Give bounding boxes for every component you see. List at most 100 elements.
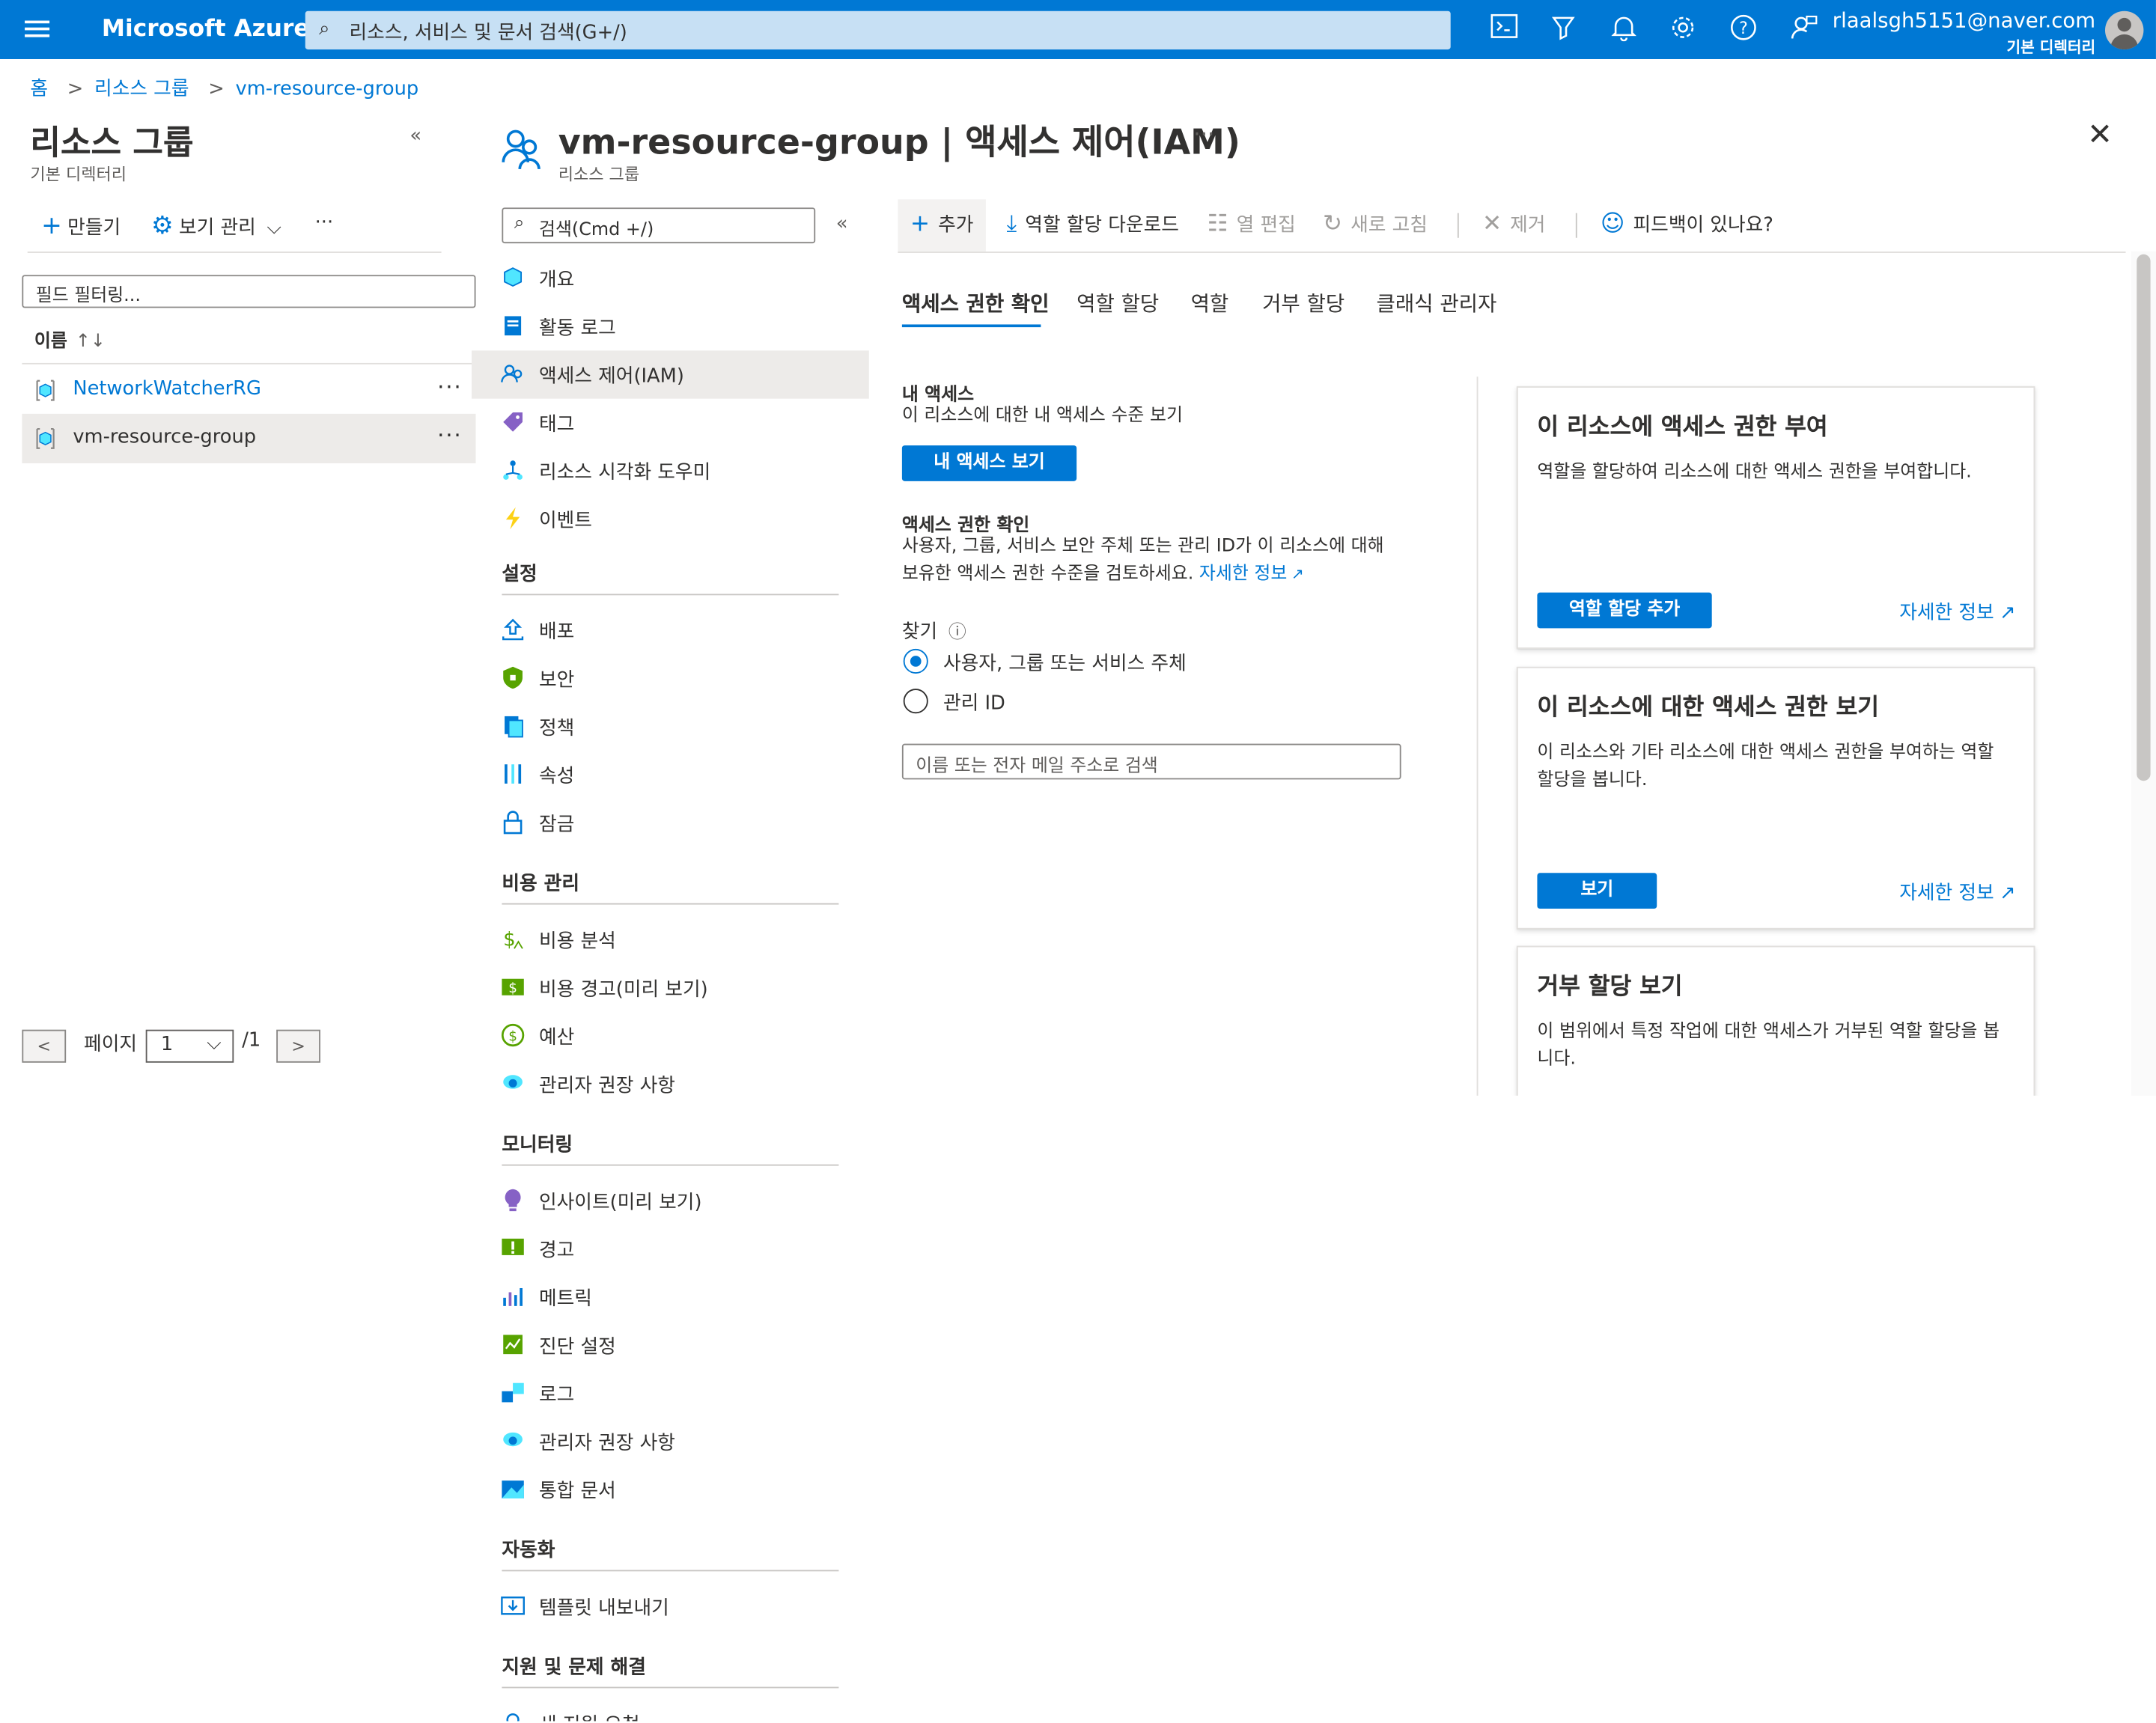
remove-button[interactable]: ✕ 제거: [1482, 210, 1546, 238]
nav-item-properties[interactable]: 속성: [472, 751, 869, 799]
bell-icon[interactable]: [1607, 13, 1640, 46]
add-role-assignment-button[interactable]: 역할 할당 추가: [1537, 592, 1712, 629]
nav-item-advisor[interactable]: 관리자 권장 사항: [472, 1060, 869, 1108]
create-button[interactable]: + 만들기: [41, 212, 121, 241]
nav-item-overview[interactable]: 개요: [472, 254, 869, 302]
scrollbar-thumb[interactable]: [2137, 254, 2151, 781]
row-more-button[interactable]: ···: [437, 374, 463, 400]
user-directory: 기본 디렉터리: [2006, 38, 2096, 57]
collapse-left-pane-icon[interactable]: «: [409, 125, 421, 147]
blank-area: [0, 1095, 472, 1722]
manage-view-button[interactable]: ⚙ 보기 관리 ⌵: [151, 212, 281, 241]
nav-item-cost-analysis[interactable]: $ 비용 분석: [472, 915, 869, 963]
add-button[interactable]: + 추가: [910, 210, 974, 238]
nav-item-insights[interactable]: 인사이트(미리 보기): [472, 1177, 869, 1225]
global-search-input[interactable]: ⌕ 리소스, 서비스 및 문서 검색(G+/): [305, 10, 1451, 50]
check-access-description-line1: 사용자, 그룹, 서비스 보안 주체 또는 관리 ID가 이 리소스에 대해: [901, 536, 1384, 557]
breadcrumb-home[interactable]: 홈: [30, 79, 48, 100]
page-title: vm-resource-group | 액세스 제어(IAM): [558, 122, 1240, 162]
learn-more-link[interactable]: 자세한 정보: [1199, 564, 1287, 585]
nav-item-deployments[interactable]: 배포: [472, 606, 869, 654]
svg-text:$: $: [508, 1028, 517, 1044]
menu-search-input[interactable]: ⌕ 검색(Cmd +/): [502, 207, 816, 244]
help-icon[interactable]: ?: [1727, 13, 1760, 46]
nav-item-workbooks[interactable]: 통합 문서: [472, 1466, 869, 1513]
name-email-search-input[interactable]: 이름 또는 전자 메일 주소로 검색: [901, 743, 1401, 780]
more-actions-button[interactable]: ···: [315, 212, 334, 234]
avatar[interactable]: [2104, 10, 2144, 50]
properties-icon: [505, 764, 522, 784]
check-access-heading: 액세스 권한 확인: [901, 515, 1030, 537]
resource-group-icon: [36, 427, 55, 449]
more-actions-button[interactable]: ···: [1193, 121, 1214, 147]
tab-check-access[interactable]: 액세스 권한 확인: [902, 289, 1050, 318]
nav-item-advisor[interactable]: 관리자 권장 사항: [472, 1418, 869, 1466]
tab-roles[interactable]: 역할: [1191, 289, 1229, 318]
prev-page-button[interactable]: <: [22, 1029, 67, 1063]
nav-item-cost-alerts[interactable]: $ 비용 경고(미리 보기): [472, 964, 869, 1012]
iam-icon: [502, 129, 540, 170]
breadcrumb-resource-groups[interactable]: 리소스 그룹: [94, 79, 189, 100]
edit-columns-button[interactable]: ☷ 열 편집: [1208, 210, 1296, 238]
cloud-shell-icon[interactable]: [1487, 13, 1520, 46]
grant-access-card: 이 리소스에 액세스 권한 부여 역할을 할당하여 리소스에 대한 액세스 권한…: [1516, 386, 2035, 649]
view-my-access-button[interactable]: 내 액세스 보기: [901, 445, 1077, 481]
next-page-button[interactable]: >: [276, 1029, 320, 1063]
directory-filter-icon[interactable]: [1547, 13, 1580, 46]
nav-item-support-request[interactable]: 새 지원 요청: [472, 1699, 869, 1722]
close-icon[interactable]: ✕: [2087, 118, 2113, 153]
radio-user-group-principal[interactable]: [903, 648, 928, 674]
breadcrumb-current[interactable]: vm-resource-group: [235, 79, 418, 100]
card-description: 이 리소스와 기타 리소스에 대한 액세스 권한을 부여하는 역할 할당을 봅니…: [1537, 742, 1994, 791]
radio-user-group-principal-label[interactable]: 사용자, 그룹 또는 서비스 주체: [943, 649, 1187, 677]
advisor-icon: [503, 1432, 523, 1447]
page-select[interactable]: 1 ⌵: [145, 1029, 234, 1063]
nav-item-metrics[interactable]: 메트릭: [472, 1273, 869, 1321]
nav-item-locks[interactable]: 잠금: [472, 799, 869, 847]
feedback-button[interactable]: ☺ 피드백이 있나요?: [1601, 210, 1773, 238]
learn-more-link[interactable]: 자세한 정보 ↗: [1899, 598, 2015, 626]
section-heading: 비용 관리: [502, 873, 579, 895]
menu-icon[interactable]: [25, 16, 50, 41]
card-description: 역할을 할당하여 리소스에 대한 액세스 권한을 부여합니다.: [1537, 462, 1972, 483]
radio-managed-identity[interactable]: [903, 689, 928, 714]
nav-item-alerts[interactable]: 경고: [472, 1225, 869, 1272]
tab-role-assignments[interactable]: 역할 할당: [1077, 289, 1159, 318]
portal-brand[interactable]: Microsoft Azure: [102, 15, 310, 43]
learn-more-link[interactable]: 자세한 정보 ↗: [1899, 879, 2015, 906]
name-column-header[interactable]: 이름 ↑↓: [34, 326, 106, 353]
resource-group-name[interactable]: NetworkWatcherRG: [73, 378, 261, 400]
nav-item-tag[interactable]: 태그: [472, 399, 869, 447]
radio-managed-identity-label[interactable]: 관리 ID: [943, 689, 1005, 716]
account-info[interactable]: rlaalsgh5151@naver.com 기본 디렉터리: [1833, 8, 2095, 58]
resource-group-name[interactable]: vm-resource-group: [73, 426, 256, 448]
row-more-button[interactable]: ···: [437, 422, 463, 448]
nav-item-logs[interactable]: 로그: [472, 1369, 869, 1417]
nav-item-security[interactable]: 보안: [472, 654, 869, 702]
nav-item-resource-visualizer[interactable]: 리소스 시각화 도우미: [472, 447, 869, 495]
columns-icon: ☷: [1207, 210, 1228, 238]
nav-item-events[interactable]: 이벤트: [472, 495, 869, 543]
field-filter-input[interactable]: 필드 필터링...: [22, 275, 476, 308]
info-icon[interactable]: ⓘ: [948, 623, 966, 644]
export-template-icon: [501, 1597, 525, 1615]
nav-item-policies[interactable]: 정책: [472, 703, 869, 751]
tab-classic-administrators[interactable]: 클래식 관리자: [1377, 289, 1497, 318]
download-role-assignments-button[interactable]: ⤓ 역할 할당 다운로드: [1006, 210, 1178, 238]
nav-item-label: 통합 문서: [538, 1480, 616, 1503]
nav-item-export-template[interactable]: 템플릿 내보내기: [472, 1582, 869, 1630]
feedback-icon[interactable]: [1788, 13, 1821, 46]
table-row[interactable]: vm-resource-group ···: [22, 413, 476, 463]
gear-icon[interactable]: [1666, 13, 1699, 46]
nav-item-diagnostic-settings[interactable]: 진단 설정: [472, 1321, 869, 1369]
nav-item-iam[interactable]: 액세스 제어(IAM): [471, 350, 869, 399]
tab-deny-assignments[interactable]: 거부 할당: [1262, 289, 1345, 318]
view-button[interactable]: 보기: [1537, 873, 1657, 909]
left-pane-title: 리소스 그룹: [30, 123, 194, 162]
nav-item-budgets[interactable]: $ 예산: [472, 1012, 869, 1060]
table-row[interactable]: NetworkWatcherRG ···: [22, 366, 475, 415]
refresh-button[interactable]: ↻ 새로 고침: [1323, 210, 1428, 238]
nav-item-label: 개요: [538, 269, 575, 292]
nav-item-activity-log[interactable]: 활동 로그: [472, 302, 869, 350]
collapse-menu-icon[interactable]: «: [836, 213, 848, 235]
